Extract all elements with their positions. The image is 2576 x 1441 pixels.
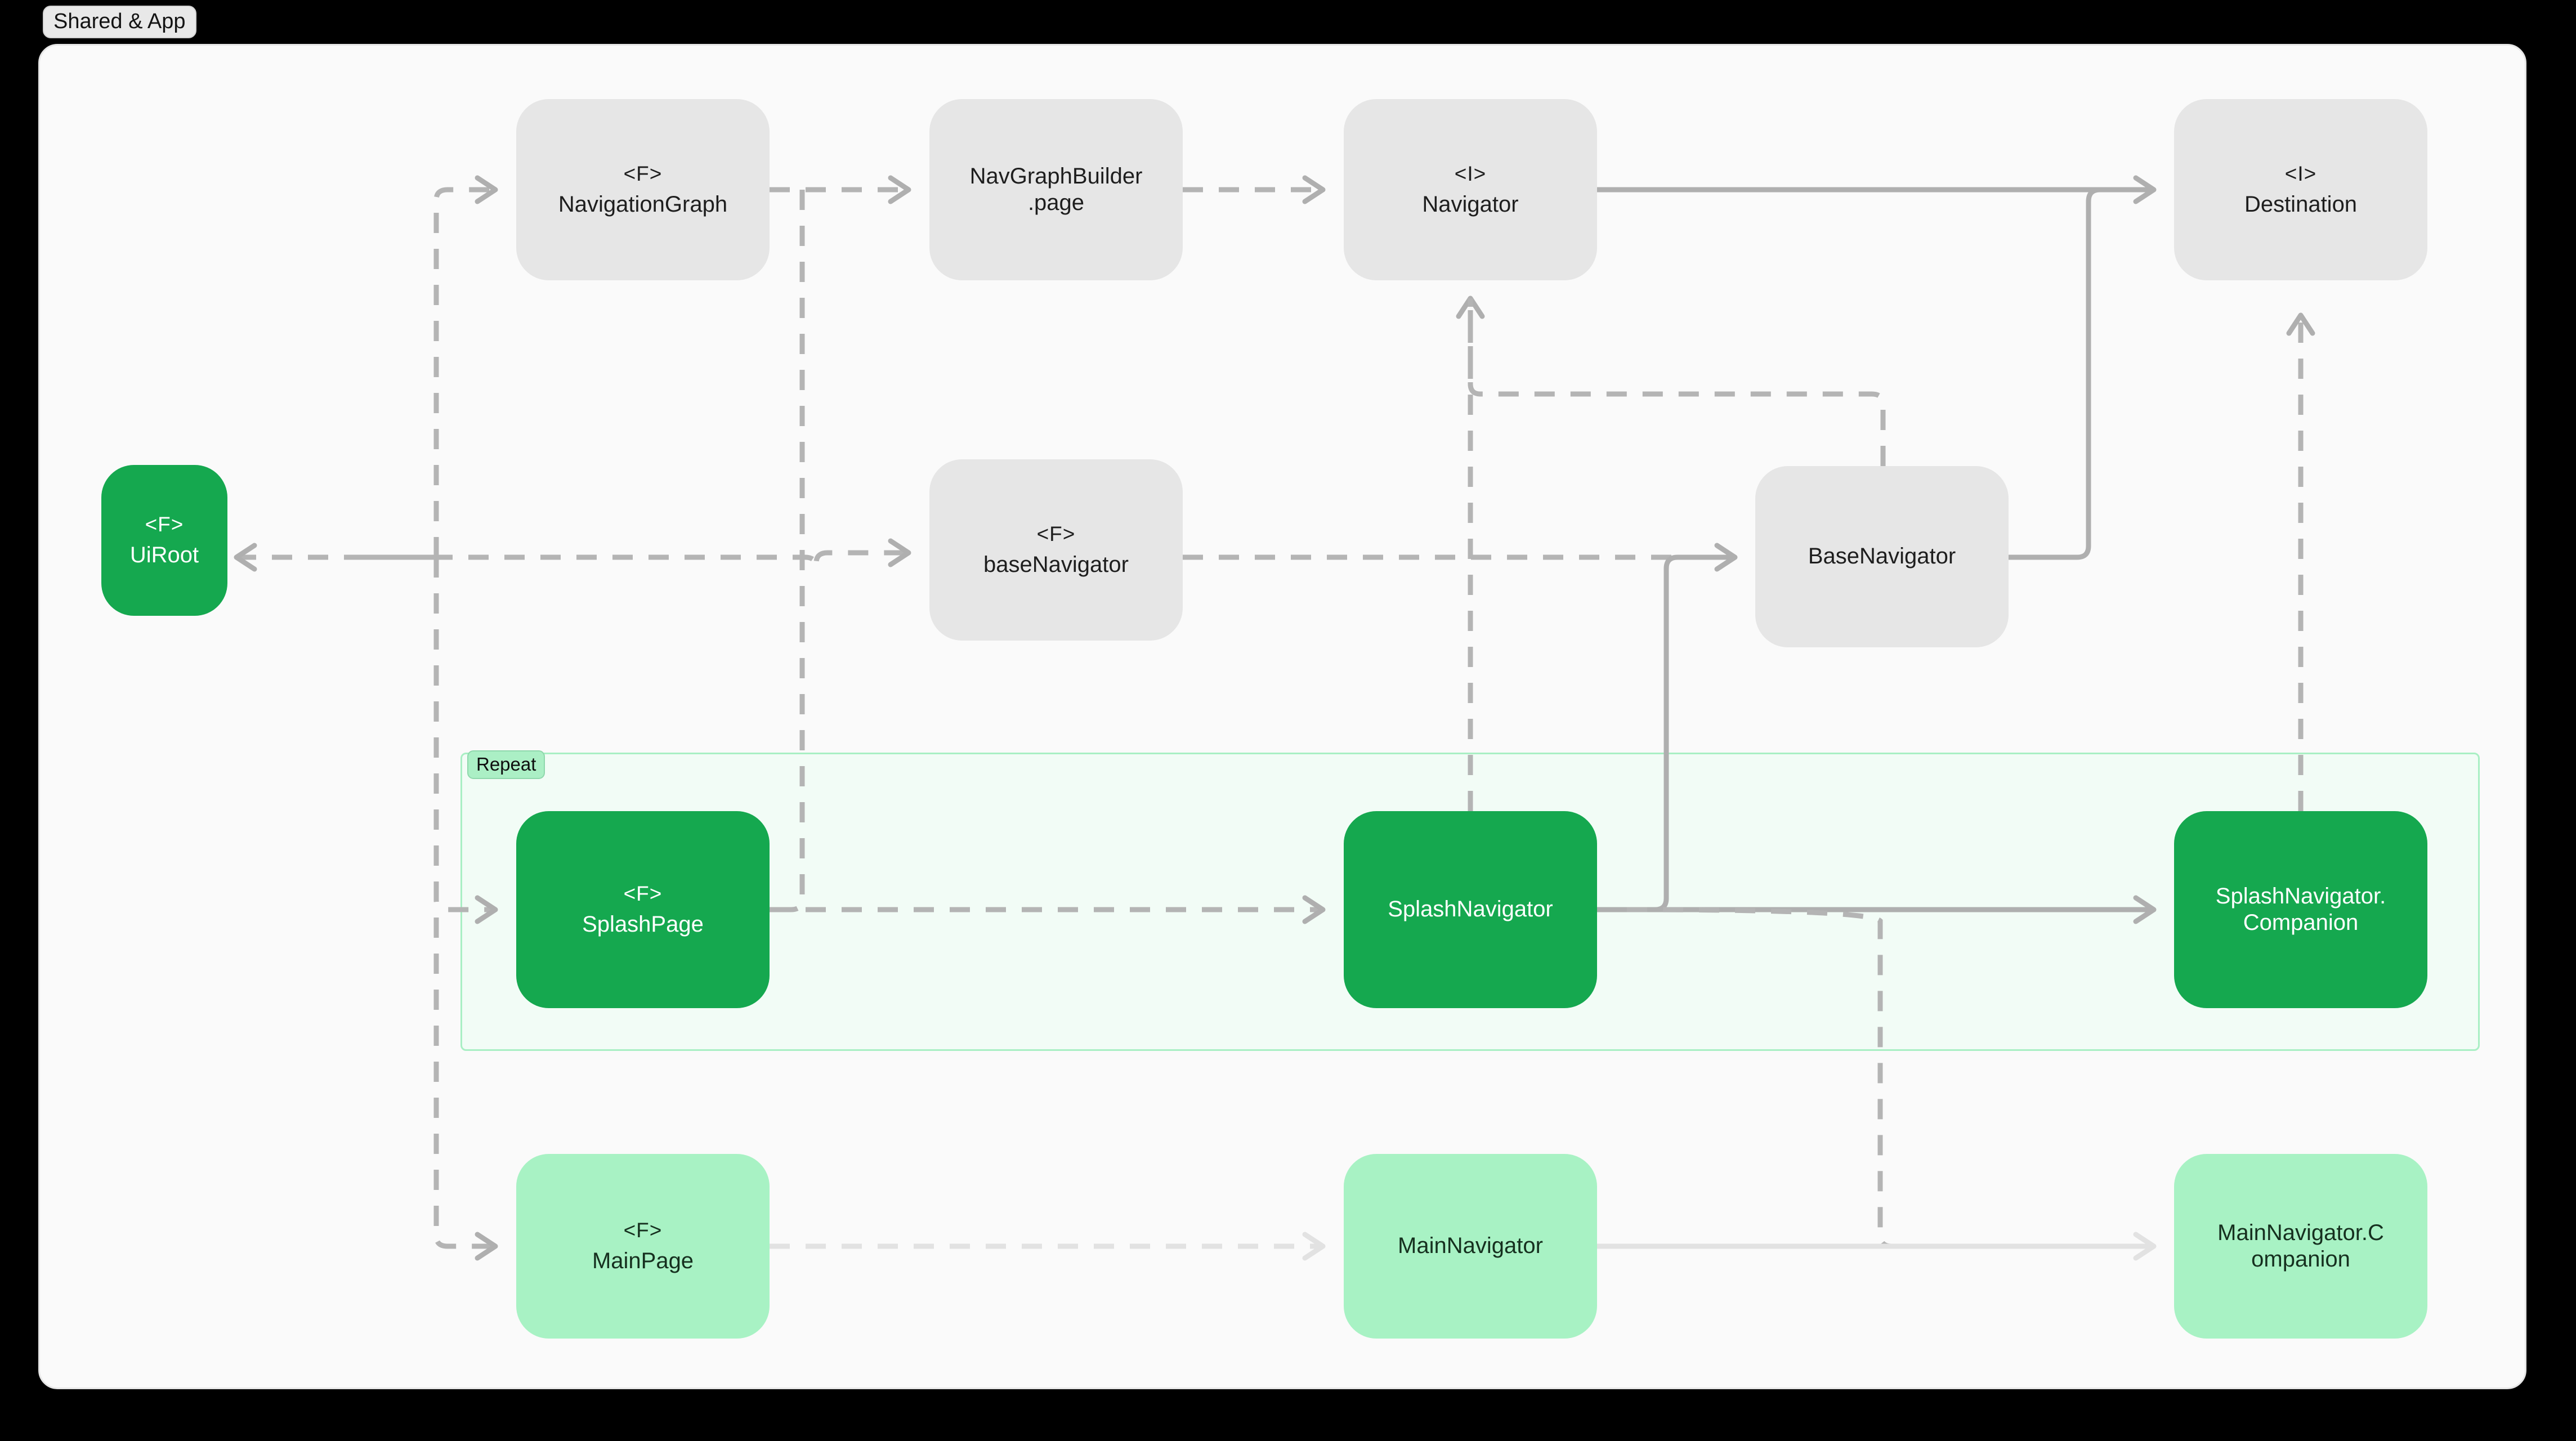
node-label: UiRoot	[129, 543, 199, 568]
node-mainpage[interactable]: <F> MainPage	[516, 1154, 770, 1339]
node-navigator[interactable]: <I> Navigator	[1344, 99, 1597, 280]
node-marker-icon: <I>	[2284, 162, 2317, 185]
edge-splashnavigator-to-mainnavigator	[1626, 907, 2154, 1249]
node-mainnavigator[interactable]: MainNavigator	[1344, 1154, 1597, 1339]
node-splashpage[interactable]: <F> SplashPage	[516, 811, 770, 1008]
node-navgraphbuilder[interactable]: NavGraphBuilder .page	[929, 99, 1183, 280]
node-splashcompanion[interactable]: SplashNavigator. Companion	[2174, 811, 2427, 1008]
module-badge-label: Shared & App	[43, 6, 196, 38]
node-marker-icon: <F>	[145, 512, 184, 536]
node-label: SplashNavigator. Companion	[2215, 883, 2386, 935]
edge-basenavigator-to-navigator	[1468, 298, 1886, 466]
node-marker-icon: <F>	[623, 162, 663, 185]
edge-uiroot-to-basenavigator-fn	[360, 550, 909, 568]
node-basenavigator_f[interactable]: <F> baseNavigator	[929, 459, 1183, 641]
node-maincompanion[interactable]: MainNavigator.C ompanion	[2174, 1154, 2427, 1339]
node-destination[interactable]: <I> Destination	[2174, 99, 2427, 280]
node-marker-icon: <F>	[1036, 522, 1076, 545]
edge-basenavigator-to-destination	[2009, 187, 2154, 560]
repeat-group-badge: Repeat	[467, 750, 545, 779]
edge-splashnavigator-to-basenavigator	[1597, 554, 1735, 912]
node-basenavigator[interactable]: BaseNavigator	[1755, 466, 2009, 647]
node-label: BaseNavigator	[1808, 544, 1956, 569]
node-label: MainNavigator	[1398, 1233, 1543, 1259]
node-marker-icon: <F>	[623, 881, 663, 905]
node-label: SplashNavigator	[1388, 897, 1553, 922]
node-label: SplashPage	[582, 912, 704, 937]
node-marker-icon: <I>	[1454, 162, 1487, 185]
node-label: MainPage	[592, 1248, 694, 1274]
edge-navigationgraph-to-splashpage	[774, 190, 805, 912]
node-label: NavGraphBuilder .page	[969, 163, 1143, 215]
diagram-canvas: Shared & App Repeat <F> UiRoot <F> Navig…	[0, 0, 2576, 1441]
node-uiroot[interactable]: <F> UiRoot	[101, 465, 227, 616]
node-label: Navigator	[1422, 192, 1519, 217]
node-label: NavigationGraph	[558, 192, 728, 217]
node-label: MainNavigator.C ompanion	[2217, 1220, 2384, 1272]
edge-uiroot-to-splashpage	[433, 557, 495, 912]
node-navgraph[interactable]: <F> NavigationGraph	[516, 99, 770, 280]
edge-uiroot-to-navigationgraph	[433, 187, 495, 557]
node-marker-icon: <F>	[623, 1218, 663, 1242]
node-label: Destination	[2244, 192, 2358, 217]
node-label: baseNavigator	[983, 552, 1129, 578]
node-splashnavigator[interactable]: SplashNavigator	[1344, 811, 1597, 1008]
